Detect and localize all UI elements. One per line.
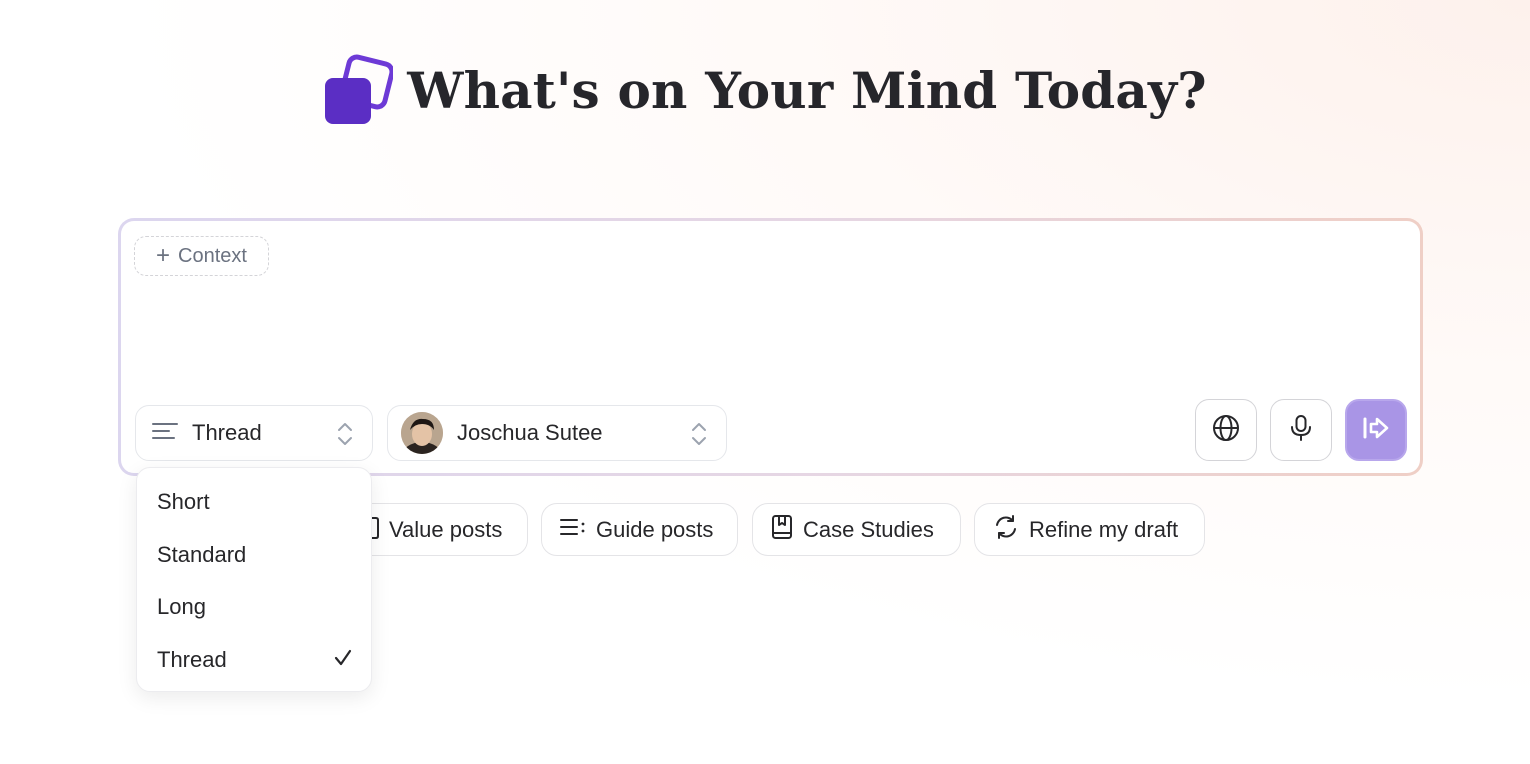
avatar xyxy=(401,412,443,454)
suggestion-label: Guide posts xyxy=(596,516,714,542)
mic-button[interactable] xyxy=(1270,399,1332,461)
globe-icon xyxy=(1212,414,1240,447)
send-arrow-icon xyxy=(1361,414,1391,447)
plus-icon: + xyxy=(156,242,171,269)
refresh-icon xyxy=(993,514,1019,546)
page-title: What's on Your Mind Today? xyxy=(407,60,1207,120)
composer-border: + Context Thread Joschua Sutee xyxy=(118,218,1423,476)
author-select[interactable]: Joschua Sutee xyxy=(387,405,727,461)
suggestion-guide-posts[interactable]: Guide posts xyxy=(541,503,738,556)
suggestion-label: Case Studies xyxy=(803,516,934,542)
length-select[interactable]: Thread xyxy=(135,405,373,461)
suggestion-refine-draft[interactable]: Refine my draft xyxy=(974,503,1205,556)
length-option-long[interactable]: Long xyxy=(137,581,371,634)
microphone-icon xyxy=(1289,414,1313,447)
globe-button[interactable] xyxy=(1195,399,1257,461)
suggestion-case-studies[interactable]: Case Studies xyxy=(752,503,961,556)
chevron-up-down-icon xyxy=(690,421,708,447)
logo-icon xyxy=(323,54,395,126)
add-context-label: Context xyxy=(178,244,247,267)
add-context-button[interactable]: + Context xyxy=(134,236,269,276)
suggestion-label: Refine my draft xyxy=(1029,516,1179,542)
align-left-icon xyxy=(152,421,178,446)
send-button[interactable] xyxy=(1345,399,1407,461)
length-dropdown-menu: Short Standard Long Thread xyxy=(136,467,372,692)
option-label: Short xyxy=(157,489,210,515)
length-option-standard[interactable]: Standard xyxy=(137,529,371,582)
length-option-short[interactable]: Short xyxy=(137,476,371,529)
chevron-up-down-icon xyxy=(336,421,354,447)
list-icon xyxy=(560,517,586,543)
author-select-value: Joschua Sutee xyxy=(457,420,603,445)
length-option-thread[interactable]: Thread xyxy=(137,634,371,687)
option-label: Standard xyxy=(157,541,247,567)
checkmark-icon xyxy=(333,648,353,674)
length-select-value: Thread xyxy=(192,420,262,445)
option-label: Thread xyxy=(157,646,227,672)
composer[interactable]: + Context Thread Joschua Sutee xyxy=(121,221,1420,473)
book-icon xyxy=(771,514,793,546)
page-header: What's on Your Mind Today? xyxy=(0,50,1530,130)
option-label: Long xyxy=(157,594,206,620)
suggestion-label: Value posts xyxy=(389,516,503,542)
